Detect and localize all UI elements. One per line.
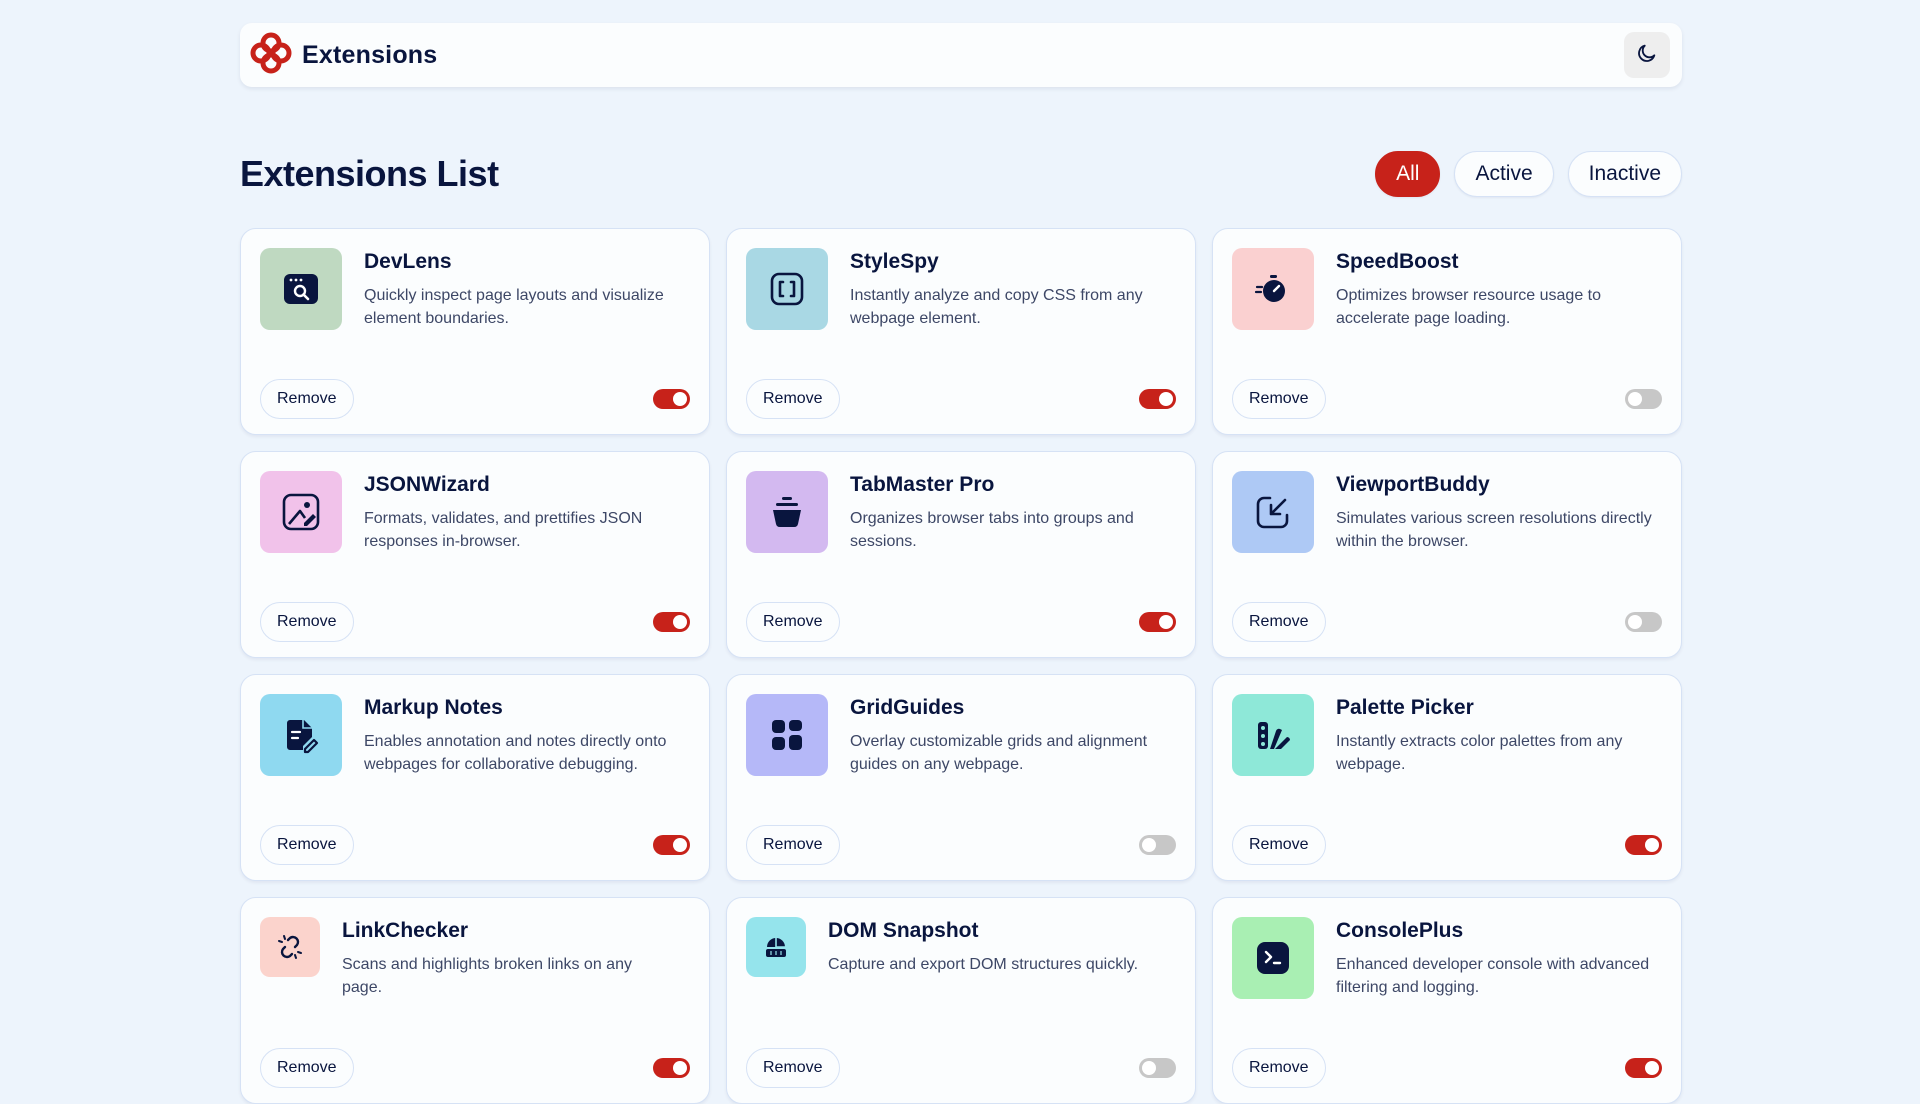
filter-all-button[interactable]: All bbox=[1375, 151, 1441, 197]
enable-toggle[interactable] bbox=[1139, 1058, 1176, 1078]
extension-name: Markup Notes bbox=[364, 696, 503, 719]
extension-description: Scans and highlights broken links on any… bbox=[342, 956, 632, 996]
remove-button[interactable]: Remove bbox=[746, 379, 840, 419]
remove-button[interactable]: Remove bbox=[260, 379, 354, 419]
palette-icon bbox=[1232, 694, 1314, 776]
enable-toggle[interactable] bbox=[653, 1058, 690, 1078]
extension-card: LinkChecker Scans and highlights broken … bbox=[240, 897, 710, 1104]
extension-description: Quickly inspect page layouts and visuali… bbox=[364, 287, 664, 327]
enable-toggle[interactable] bbox=[1139, 835, 1176, 855]
extension-description: Enhanced developer console with advanced… bbox=[1336, 956, 1650, 996]
extension-card: TabMaster Pro Organizes browser tabs int… bbox=[726, 451, 1196, 658]
extension-description: Instantly analyze and copy CSS from any … bbox=[850, 287, 1143, 327]
enable-toggle[interactable] bbox=[653, 835, 690, 855]
list-header: Extensions List All Active Inactive bbox=[240, 151, 1682, 197]
extension-card: GridGuides Overlay customizable grids an… bbox=[726, 674, 1196, 881]
logo-icon bbox=[250, 32, 292, 79]
remove-button[interactable]: Remove bbox=[1232, 602, 1326, 642]
extension-description: Overlay customizable grids and alignment… bbox=[850, 733, 1148, 773]
brand-name: Extensions bbox=[302, 40, 438, 69]
stopwatch-icon bbox=[1232, 248, 1314, 330]
extension-description: Organizes browser tabs into groups and s… bbox=[850, 510, 1134, 550]
enable-toggle[interactable] bbox=[653, 612, 690, 632]
extension-description: Capture and export DOM structures quickl… bbox=[828, 956, 1139, 973]
remove-button[interactable]: Remove bbox=[746, 602, 840, 642]
enable-toggle[interactable] bbox=[653, 389, 690, 409]
remove-button[interactable]: Remove bbox=[1232, 825, 1326, 865]
extension-name: DevLens bbox=[364, 250, 452, 273]
extension-card: ConsolePlus Enhanced developer console w… bbox=[1212, 897, 1682, 1104]
terminal-icon bbox=[1232, 917, 1314, 999]
broken-link-icon bbox=[260, 917, 320, 977]
extension-name: GridGuides bbox=[850, 696, 965, 719]
brand: Extensions bbox=[250, 32, 437, 79]
extension-name: ConsolePlus bbox=[1336, 919, 1464, 942]
extension-name: StyleSpy bbox=[850, 250, 939, 273]
inspect-window-icon bbox=[260, 248, 342, 330]
wand-image-icon bbox=[260, 471, 342, 553]
note-pen-icon bbox=[260, 694, 342, 776]
extension-name: JSONWizard bbox=[364, 473, 490, 496]
extension-card: DevLens Quickly inspect page layouts and… bbox=[240, 228, 710, 435]
extension-description: Optimizes browser resource usage to acce… bbox=[1336, 287, 1601, 327]
extension-name: ViewportBuddy bbox=[1336, 473, 1490, 496]
extension-card: Palette Picker Instantly extracts color … bbox=[1212, 674, 1682, 881]
remove-button[interactable]: Remove bbox=[1232, 1048, 1326, 1088]
resize-arrow-icon bbox=[1232, 471, 1314, 553]
top-bar: Extensions bbox=[240, 23, 1682, 87]
page-title: Extensions List bbox=[240, 153, 499, 194]
theme-toggle-button[interactable] bbox=[1624, 32, 1670, 78]
enable-toggle[interactable] bbox=[1625, 1058, 1662, 1078]
remove-button[interactable]: Remove bbox=[260, 602, 354, 642]
extension-description: Simulates various screen resolutions dir… bbox=[1336, 510, 1652, 550]
moon-icon bbox=[1636, 42, 1658, 69]
enable-toggle[interactable] bbox=[1139, 389, 1176, 409]
remove-button[interactable]: Remove bbox=[746, 825, 840, 865]
extension-name: Palette Picker bbox=[1336, 696, 1474, 719]
extension-card: JSONWizard Formats, validates, and prett… bbox=[240, 451, 710, 658]
extension-description: Instantly extracts color palettes from a… bbox=[1336, 733, 1623, 773]
snapshot-icon bbox=[746, 917, 806, 977]
enable-toggle[interactable] bbox=[1625, 835, 1662, 855]
extensions-grid: DevLens Quickly inspect page layouts and… bbox=[240, 228, 1682, 1104]
enable-toggle[interactable] bbox=[1625, 389, 1662, 409]
filter-group: All Active Inactive bbox=[1375, 151, 1682, 197]
enable-toggle[interactable] bbox=[1625, 612, 1662, 632]
enable-toggle[interactable] bbox=[1139, 612, 1176, 632]
remove-button[interactable]: Remove bbox=[1232, 379, 1326, 419]
remove-button[interactable]: Remove bbox=[260, 1048, 354, 1088]
extension-card: SpeedBoost Optimizes browser resource us… bbox=[1212, 228, 1682, 435]
grid-blocks-icon bbox=[746, 694, 828, 776]
app-container: Extensions Extensions List All Active In… bbox=[240, 23, 1682, 1104]
filter-inactive-button[interactable]: Inactive bbox=[1567, 151, 1682, 197]
extension-card: StyleSpy Instantly analyze and copy CSS … bbox=[726, 228, 1196, 435]
remove-button[interactable]: Remove bbox=[746, 1048, 840, 1088]
extension-description: Enables annotation and notes directly on… bbox=[364, 733, 667, 773]
extension-name: SpeedBoost bbox=[1336, 250, 1459, 273]
extension-name: DOM Snapshot bbox=[828, 919, 979, 942]
extension-card: ViewportBuddy Simulates various screen r… bbox=[1212, 451, 1682, 658]
extension-card: DOM Snapshot Capture and export DOM stru… bbox=[726, 897, 1196, 1104]
extension-name: LinkChecker bbox=[342, 919, 469, 942]
extension-card: Markup Notes Enables annotation and note… bbox=[240, 674, 710, 881]
css-brackets-icon bbox=[746, 248, 828, 330]
remove-button[interactable]: Remove bbox=[260, 825, 354, 865]
filter-active-button[interactable]: Active bbox=[1454, 151, 1554, 197]
extension-description: Formats, validates, and prettifies JSON … bbox=[364, 510, 643, 550]
bucket-icon bbox=[746, 471, 828, 553]
extension-name: TabMaster Pro bbox=[850, 473, 995, 496]
